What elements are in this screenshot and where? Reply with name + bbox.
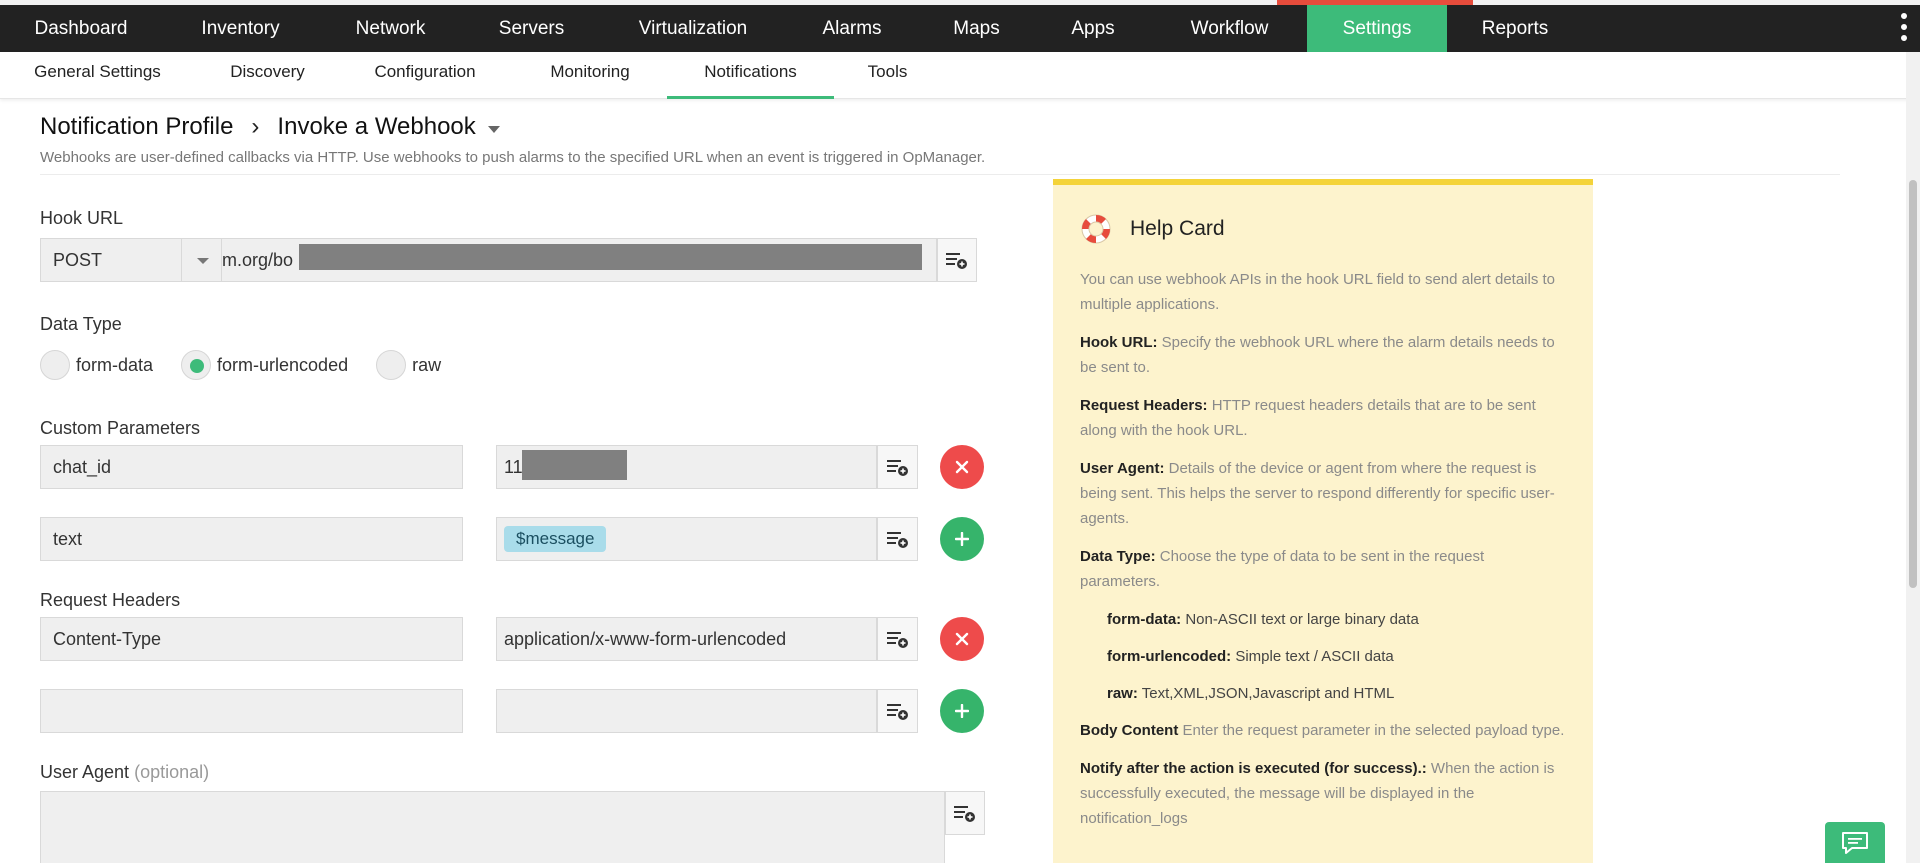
help-entry: Body Content Enter the request parameter… (1080, 722, 1565, 739)
header-key-value: Content-Type (53, 628, 162, 649)
help-card: Help Card You can use webhook APIs in th… (1053, 179, 1593, 863)
nav-servers[interactable]: Servers (462, 5, 601, 52)
insert-variable-icon[interactable] (937, 238, 977, 282)
data-type-label: Data Type (40, 314, 122, 334)
tab-notifications[interactable]: Notifications (667, 52, 834, 99)
nav-maps[interactable]: Maps (919, 5, 1034, 52)
scrollbar-thumb[interactable] (1909, 180, 1917, 588)
redacted-block (522, 450, 627, 480)
insert-variable-icon[interactable] (945, 791, 985, 835)
add-row-button[interactable] (940, 689, 984, 733)
divider (40, 174, 1840, 175)
help-intro: You can use webhook APIs in the hook URL… (1080, 271, 1556, 313)
help-card-title: Help Card (1130, 217, 1225, 240)
top-navigation: Dashboard Inventory Network Servers Virt… (0, 0, 1920, 52)
data-type-radio-group: form-data form-urlencoded raw (40, 350, 469, 380)
help-data-type-item: form-urlencoded: Simple text / ASCII dat… (1107, 648, 1394, 665)
insert-variable-icon[interactable] (877, 689, 918, 733)
insert-variable-icon[interactable] (877, 617, 918, 661)
header-value-value: application/x-www-form-urlencoded (504, 628, 787, 649)
radio-form-urlencoded[interactable] (181, 350, 212, 380)
radio-raw[interactable] (376, 350, 407, 380)
help-card-header: Help Card (1080, 213, 1567, 245)
remove-row-button[interactable] (940, 617, 984, 661)
optional-hint: (optional) (134, 762, 210, 782)
breadcrumb-current[interactable]: Invoke a Webhook (277, 113, 475, 141)
help-entry: Data Type: Choose the type of data to be… (1080, 548, 1485, 590)
header-key-input[interactable]: Content-Type (40, 617, 463, 661)
param-value-value: 11 (504, 456, 523, 477)
radio-label-form-data[interactable]: form-data (76, 355, 153, 376)
help-data-type-item: raw: Text,XML,JSON,Javascript and HTML (1107, 685, 1395, 702)
user-agent-label: User Agent (optional) (40, 762, 209, 783)
radio-label-form-urlencoded[interactable]: form-urlencoded (217, 355, 348, 376)
breadcrumb: Notification Profile › Invoke a Webhook (40, 113, 500, 141)
add-row-button[interactable] (940, 517, 984, 561)
header-value-input[interactable] (496, 689, 877, 733)
caret-down-icon[interactable] (487, 125, 500, 133)
nav-network[interactable]: Network (319, 5, 462, 52)
param-key-value: chat_id (53, 456, 112, 477)
nav-alarms[interactable]: Alarms (785, 5, 919, 52)
help-entry: Request Headers: HTTP request headers de… (1080, 397, 1536, 439)
nav-dashboard[interactable]: Dashboard (0, 5, 162, 52)
nav-reports[interactable]: Reports (1447, 5, 1583, 52)
tab-discovery[interactable]: Discovery (210, 52, 325, 99)
param-key-value: text (53, 528, 83, 549)
dropdown-arrow-icon (197, 258, 209, 264)
more-menu-icon[interactable] (1900, 13, 1908, 45)
http-method-value: POST (53, 250, 103, 270)
tab-configuration[interactable]: Configuration (360, 52, 490, 99)
user-agent-label-text: User Agent (40, 762, 130, 782)
header-value-input[interactable]: application/x-www-form-urlencoded (496, 617, 877, 661)
insert-variable-icon[interactable] (877, 445, 918, 489)
page-description: Webhooks are user-defined callbacks via … (40, 149, 986, 166)
header-key-input[interactable] (40, 689, 463, 733)
request-headers-label: Request Headers (40, 590, 181, 610)
help-entry: User Agent: Details of the device or age… (1080, 460, 1555, 527)
insert-variable-icon[interactable] (877, 517, 918, 561)
help-entry: Notify after the action is executed (for… (1080, 760, 1555, 827)
param-key-input[interactable]: chat_id (40, 445, 463, 489)
variable-chip[interactable]: $message (504, 526, 607, 552)
breadcrumb-root[interactable]: Notification Profile (40, 113, 233, 141)
remove-row-button[interactable] (940, 445, 984, 489)
radio-label-raw[interactable]: raw (412, 355, 441, 376)
nav-settings[interactable]: Settings (1307, 5, 1447, 52)
sub-navigation: General Settings Discovery Configuration… (0, 52, 1920, 99)
tab-tools[interactable]: Tools (850, 52, 925, 99)
hook-url-value: m.org/bo (222, 249, 294, 270)
tab-monitoring[interactable]: Monitoring (530, 52, 650, 99)
nav-inventory[interactable]: Inventory (162, 5, 319, 52)
lifebuoy-icon (1081, 214, 1111, 244)
chat-icon[interactable] (1825, 822, 1885, 863)
param-value-input[interactable]: $message (496, 517, 877, 561)
tab-general-settings[interactable]: General Settings (15, 52, 180, 99)
user-agent-textarea[interactable] (40, 791, 945, 863)
help-entry: Hook URL: Specify the webhook URL where … (1080, 334, 1555, 376)
nav-apps[interactable]: Apps (1034, 5, 1152, 52)
redacted-block (299, 244, 922, 270)
nav-virtualization[interactable]: Virtualization (601, 5, 785, 52)
http-method-select[interactable]: POST (40, 238, 222, 282)
radio-form-data[interactable] (40, 350, 70, 380)
custom-parameters-label: Custom Parameters (40, 418, 201, 438)
nav-workflow[interactable]: Workflow (1152, 5, 1307, 52)
chevron-right-icon: › (251, 113, 260, 140)
help-data-type-item: form-data: Non-ASCII text or large binar… (1107, 611, 1419, 628)
param-key-input[interactable]: text (40, 517, 463, 561)
hook-url-label: Hook URL (40, 208, 124, 228)
